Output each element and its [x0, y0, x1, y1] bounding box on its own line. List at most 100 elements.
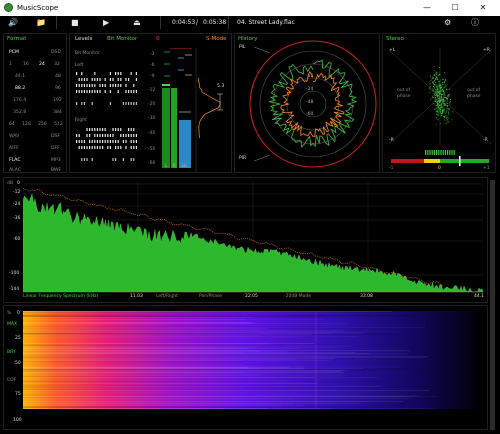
correlation-marker [459, 156, 461, 166]
ring-label-12: -12 [306, 74, 314, 79]
level-scale-minus30: -30 [148, 116, 156, 121]
spectrum-y-12: -12 [13, 190, 21, 195]
format-bits-32: 32 [54, 62, 60, 67]
time-divider: / [196, 19, 199, 26]
toolbar-divider [228, 16, 229, 29]
levels-zero-marker: 0 [156, 36, 160, 42]
level-meters [162, 48, 223, 172]
level-scale-minus20: -20 [148, 102, 156, 107]
spectrum-y-100: -100 [9, 271, 20, 276]
stereo-panel: Stereo +L +R -R -R out of phase out of p… [382, 33, 496, 173]
maximize-button[interactable]: ☐ [446, 2, 464, 14]
metronome-icon[interactable]: ⏏ [133, 17, 141, 28]
play-icon[interactable]: ▶ [103, 17, 109, 28]
format-mp3: MP3 [51, 158, 61, 163]
max-label: MAX [7, 322, 18, 327]
vertical-scrollbar[interactable] [490, 180, 495, 430]
title-bar: MusicScope — ☐ ✕ [0, 0, 500, 16]
level-scale-minus12: -12 [148, 88, 156, 93]
track-name: 04. Street Lady.flac [237, 19, 295, 26]
spectrum-panel: dB 0 -12 -24 -36 -60 -100 -144 Linear Fr… [3, 177, 488, 303]
format-rate-44: 44.1 [15, 74, 26, 79]
stop-icon[interactable]: ■ [71, 17, 79, 28]
pll-label: PlL [239, 45, 246, 50]
phase-ticks [425, 150, 455, 155]
correlation-negative-zone [391, 159, 424, 163]
format-bits-16: 16 [23, 62, 29, 67]
track-duration: 0:05:38 [203, 19, 227, 26]
format-dsf: DSF [51, 134, 61, 139]
levels-title: Levels [75, 36, 93, 42]
spectrum-x-44: 44.1 [474, 294, 485, 299]
pct-label: % [7, 311, 12, 316]
bit-monitor-label: Bit Monitor [75, 51, 100, 56]
db-label: dB [7, 181, 13, 186]
minimize-button[interactable]: — [418, 2, 436, 14]
format-dsd-128: 128 [22, 122, 31, 127]
level-scale-minus40: -40 [148, 131, 156, 136]
format-rate-176: 176.4 [13, 98, 27, 103]
format-rate-384: 384 [53, 110, 62, 115]
spectrum-y-60: -60 [13, 237, 21, 242]
corr-label-minus1: -1 [389, 166, 394, 171]
right-level-bar [171, 88, 177, 168]
volume-icon[interactable]: 🔊 [8, 17, 18, 28]
format-aiff: AIFF [9, 146, 19, 151]
levels-bit-monitor-tab[interactable]: Bit Monitor [107, 36, 137, 42]
spectrum-y-24: -24 [13, 202, 21, 207]
plr-label: PlR [239, 156, 247, 161]
format-rate-48: 48 [55, 74, 61, 79]
format-bits-24: 24 [39, 62, 45, 67]
current-position: 0:04:53 [172, 19, 196, 26]
left-channel-label: Left [75, 63, 84, 68]
s-mode-label[interactable]: S-Mode [206, 36, 226, 42]
scrollbar-thumb[interactable] [490, 180, 495, 430]
spectrum-x-33: 33.08 [360, 294, 373, 299]
correlation-center-zone [424, 159, 440, 163]
correlation-positive-zone [440, 159, 489, 163]
spectrum-mode-label[interactable]: Linear Frequency Spectrum (kHz) [23, 294, 98, 299]
loudness-bar [179, 120, 191, 168]
spectrogram-image [23, 311, 483, 409]
spectrum-y-0: 0 [17, 181, 20, 186]
corr-label-plus1: +1 [483, 166, 490, 171]
format-bwf: BWF [51, 168, 62, 173]
format-pcm: PCM [9, 50, 19, 55]
history-panel: History PlL PlR -12 -24 -48 -60 [234, 33, 380, 173]
spectrogram-y-0: 0 [17, 311, 20, 316]
level-scale-minus50: -50 [148, 147, 156, 152]
ring-label-60: -60 [306, 112, 314, 117]
toolbar-divider [56, 16, 57, 29]
spectrogram-y-75: 75 [15, 392, 21, 397]
bit-monitor-grid [76, 72, 137, 161]
stereo-title: Stereo [386, 36, 404, 42]
ring-label-48: -48 [306, 100, 314, 105]
toolbar-divider [160, 16, 161, 29]
stereo-scope [388, 48, 492, 166]
open-folder-icon[interactable]: 📁 [36, 17, 46, 28]
ring-label-24: -24 [306, 87, 314, 92]
spectrum-x-22: 22.05 [245, 294, 258, 299]
minus20db-mode[interactable]: -20dB Mode [284, 294, 311, 299]
bry-label: BRY [7, 350, 16, 355]
pan-phase-mode[interactable]: Pan/Phase [199, 294, 222, 299]
lu-bar-label: LU [182, 163, 187, 168]
stereo-point-cloud [428, 65, 454, 125]
format-dsd-256: 256 [38, 122, 47, 127]
left-level-bar [162, 88, 170, 168]
format-dsd-64: 64 [9, 122, 15, 127]
spectrogram-y-100: 100 [13, 418, 22, 423]
close-button[interactable]: ✕ [474, 2, 492, 14]
toolbar: 🔊 📁 ■ ▶ ⏏ 0:04:53 / 0:05:38 04. Street L… [0, 16, 500, 29]
spectrogram-y-50: 50 [15, 361, 21, 366]
format-bits-1: 1 [9, 62, 12, 67]
spectrum-x-11: 11.03 [130, 294, 143, 299]
spectrum-y-36: -36 [13, 216, 21, 221]
format-alac: ALAC [9, 168, 22, 173]
gear-icon[interactable]: ⚙ [444, 17, 451, 28]
format-flac: FLAC [9, 158, 21, 163]
left-right-mode[interactable]: Left/Right [156, 294, 178, 299]
level-readout: 5.3 [217, 84, 225, 89]
info-icon[interactable]: ⓘ [471, 17, 479, 28]
corr-label-0: 0 [438, 166, 441, 171]
